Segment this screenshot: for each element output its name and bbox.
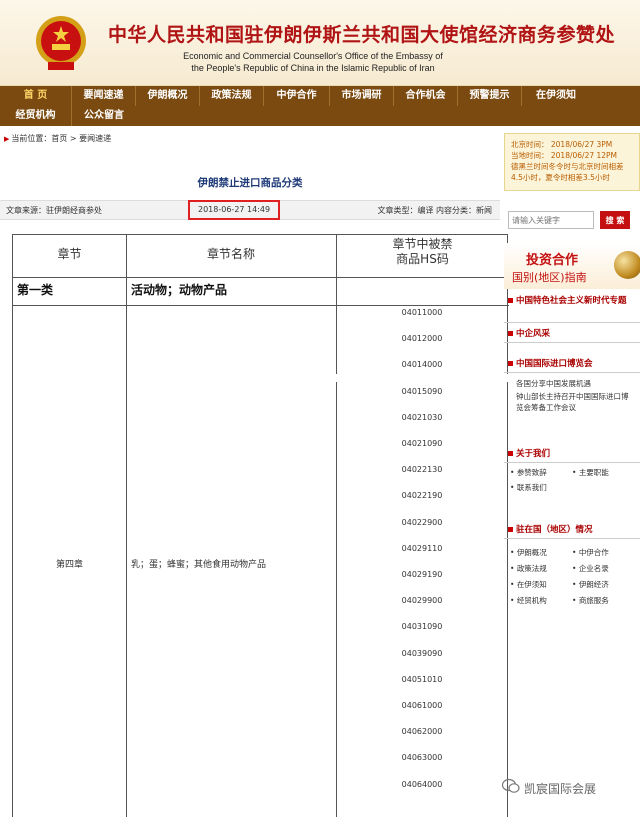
link-main-functions[interactable]: 主要职能	[572, 467, 634, 478]
sidebar-section-country: 驻在国（地区）情况 伊朗概况 中伊合作 政策法规 企业名录 在伊须知 伊朗经济 …	[504, 521, 640, 610]
square-bullet-icon	[508, 451, 513, 456]
square-bullet-icon	[508, 298, 513, 303]
table-category-label: 第一类	[17, 283, 54, 297]
link-notice[interactable]: 在伊须知	[510, 579, 572, 590]
link-policy[interactable]: 政策法规	[510, 563, 572, 574]
square-bullet-icon	[508, 331, 513, 336]
hs-code: 04015090	[401, 386, 443, 396]
table-col-divider-1	[126, 235, 127, 817]
hs-code: 04014000	[401, 360, 443, 370]
search-bar: 搜 索	[504, 211, 640, 231]
banner-line1: 投资合作	[526, 253, 579, 268]
hs-code: 04012000	[401, 334, 443, 344]
investment-guide-banner[interactable]: 投资合作 国别(地区)指南	[504, 243, 640, 289]
hs-code: 04022900	[401, 517, 443, 527]
site-header: 中华人民共和国驻伊朗伊斯兰共和国大使馆经济商务参赞处 Economic and …	[0, 0, 640, 86]
nav-home[interactable]: 首 页	[0, 86, 72, 106]
hs-code: 04022190	[401, 491, 443, 501]
nav-row-2: 经贸机构 公众留言	[0, 106, 136, 126]
import-expo-item-2[interactable]: 钟山部长主持召开中国国际进口博览会筹备工作会议	[510, 391, 634, 413]
sec-head-companies: 中企风采	[504, 325, 640, 343]
watermark-text: 凯宸国际会展	[524, 782, 597, 796]
link-china-iran-coop[interactable]: 中伊合作	[572, 547, 634, 558]
search-input[interactable]	[508, 211, 594, 229]
sidebar-section-companies[interactable]: 中企风采	[504, 325, 640, 343]
sec2-title: 中企风采	[516, 329, 551, 339]
link-institutions[interactable]: 经贸机构	[510, 595, 572, 606]
import-expo-item-1[interactable]: 各国分享中国发展机遇	[510, 378, 634, 389]
sidebar-section-about: 关于我们 参赞致辞 主要职能 联系我们	[504, 445, 640, 497]
nav-notice[interactable]: 在伊须知	[522, 86, 590, 106]
nav-policy[interactable]: 政策法规	[200, 86, 264, 106]
link-contact-us[interactable]: 联系我们	[510, 482, 572, 493]
about-links: 参赞致辞 主要职能 联系我们	[504, 463, 640, 497]
main-nav: 首 页 要闻速递 伊朗概况 政策法规 中伊合作 市场调研 合作机会 预警提示 在…	[0, 86, 640, 126]
sec5-title: 驻在国（地区）情况	[516, 525, 593, 535]
local-time: 当地时间： 2018/06/27 12PM	[511, 151, 618, 160]
link-travel-services[interactable]: 商旅服务	[572, 595, 634, 606]
link-iran-economy[interactable]: 伊朗经济	[572, 579, 634, 590]
link-iran-overview[interactable]: 伊朗概况	[510, 547, 572, 558]
nav-messages[interactable]: 公众留言	[72, 106, 136, 126]
hs-code: 04031090	[401, 622, 443, 632]
hs-code-list: 04011000 04012000 04014000 04015090 04021030…	[336, 0, 508, 817]
sec-head-country: 驻在国（地区）情况	[504, 521, 640, 539]
overlap-artifact	[330, 374, 510, 382]
hs-code: 04011000	[401, 308, 443, 317]
table-chapter-name: 乳；蛋；蜂蜜；其他食用动物产品	[131, 560, 267, 570]
hs-code: 04029190	[401, 570, 443, 579]
hs-code: 04029900	[401, 596, 443, 606]
hs-code: 04064000	[401, 779, 443, 789]
sec4-title: 关于我们	[516, 449, 551, 459]
sec-head-new-era: 中国特色社会主义新时代专题	[504, 293, 640, 323]
square-bullet-icon	[508, 527, 513, 532]
table-header-chapter: 章节	[57, 247, 82, 261]
search-button[interactable]: 搜 索	[600, 211, 630, 229]
nav-news[interactable]: 要闻速递	[72, 86, 136, 106]
time-diff-line1: 德黑兰时间冬令时与北京时间相差	[511, 162, 624, 171]
sec1-title: 中国特色社会主义新时代专题	[516, 296, 627, 306]
country-links: 伊朗概况 中伊合作 政策法规 企业名录 在伊须知 伊朗经济 经贸机构 商旅服务	[504, 539, 640, 610]
time-diff-line2: 4.5小时，夏令时相差3.5小时	[511, 173, 610, 182]
breadcrumb-text[interactable]: 当前位置：首页 > 要闻速递	[11, 134, 111, 143]
hs-code: 04021030	[401, 412, 443, 422]
table-chapter: 第四章	[55, 560, 83, 570]
nav-iran-overview[interactable]: 伊朗概况	[136, 86, 200, 106]
square-bullet-icon	[508, 361, 513, 366]
time-box: 北京时间： 2018/06/27 3PM 当地时间： 2018/06/27 12…	[504, 133, 640, 191]
sec-head-import-expo[interactable]: 中国国际进口博览会	[504, 355, 640, 373]
sec-head-about: 关于我们	[504, 445, 640, 463]
link-counsellor-speech[interactable]: 参赞致辞	[510, 467, 572, 478]
hs-code: 04021090	[401, 439, 443, 448]
hs-code: 04039090	[401, 648, 443, 658]
banner-line2: 国别(地区)指南	[512, 271, 587, 284]
link-company-directory[interactable]: 企业名录	[572, 563, 634, 574]
globe-icon	[614, 251, 640, 279]
breadcrumb-arrow-icon: ▶	[4, 135, 10, 143]
article-source: 文章来源：驻伊朗经商参处	[6, 206, 102, 215]
nav-cooperation[interactable]: 中伊合作	[264, 86, 330, 106]
hs-code: 04029110	[401, 543, 443, 553]
hs-code: 04063000	[401, 753, 443, 763]
table-category-name: 活动物；动物产品	[131, 283, 228, 297]
sidebar-section-import-expo: 中国国际进口博览会 各国分享中国发展机遇 钟山部长主持召开中国国际进口博览会筹备…	[504, 355, 640, 416]
sec3-title: 中国国际进口博览会	[516, 359, 593, 369]
national-emblem-icon	[36, 16, 86, 70]
table-header-chapter-name: 章节名称	[206, 247, 255, 261]
article-date: 2018-06-27 14:49	[188, 200, 281, 220]
hs-code: 04062000	[401, 727, 443, 737]
wechat-icon	[502, 778, 520, 793]
hs-code: 04061000	[401, 701, 443, 710]
nav-institutions[interactable]: 经贸机构	[0, 106, 72, 126]
sidebar-section-new-era[interactable]: 中国特色社会主义新时代专题	[504, 293, 640, 323]
hs-code: 04022130	[401, 465, 443, 475]
hs-code: 04051010	[401, 674, 443, 684]
beijing-time: 北京时间： 2018/06/27 3PM	[511, 140, 613, 149]
import-expo-news: 各国分享中国发展机遇 钟山部长主持召开中国国际进口博览会筹备工作会议	[504, 373, 640, 416]
